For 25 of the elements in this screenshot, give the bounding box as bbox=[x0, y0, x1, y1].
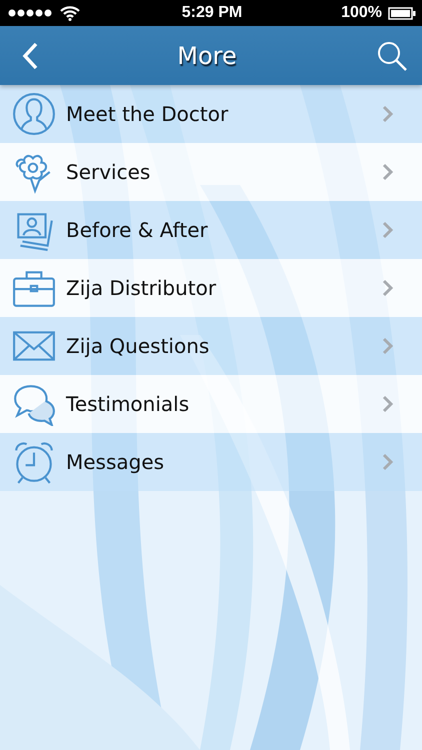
chevron-icon bbox=[382, 221, 394, 239]
search-button[interactable] bbox=[376, 40, 408, 72]
menu-item[interactable]: Zija Distributor bbox=[0, 259, 422, 317]
chevron-icon bbox=[382, 337, 394, 355]
chevron-icon bbox=[382, 163, 394, 181]
battery-percent: 100% bbox=[341, 4, 382, 22]
menu-item[interactable]: Messages bbox=[0, 433, 422, 491]
menu-item[interactable]: Meet the Doctor bbox=[0, 85, 422, 143]
person-icon bbox=[12, 92, 56, 136]
menu-item[interactable]: Before & After bbox=[0, 201, 422, 259]
alarm-clock-icon bbox=[12, 440, 56, 484]
back-button[interactable] bbox=[22, 42, 38, 70]
chevron-icon bbox=[382, 105, 394, 123]
signal-icon bbox=[8, 9, 54, 17]
menu-item[interactable]: Testimonials bbox=[0, 375, 422, 433]
status-time: 5:29 PM bbox=[182, 4, 242, 22]
wifi-icon bbox=[60, 6, 80, 20]
menu-item[interactable]: Zija Questions bbox=[0, 317, 422, 375]
menu-item[interactable]: Services bbox=[0, 143, 422, 201]
battery-icon bbox=[388, 6, 416, 20]
chevron-icon bbox=[382, 453, 394, 471]
chevron-icon bbox=[382, 395, 394, 413]
chat-bubbles-icon bbox=[12, 382, 56, 426]
chevron-icon bbox=[382, 279, 394, 297]
screen-title: More bbox=[177, 42, 237, 70]
